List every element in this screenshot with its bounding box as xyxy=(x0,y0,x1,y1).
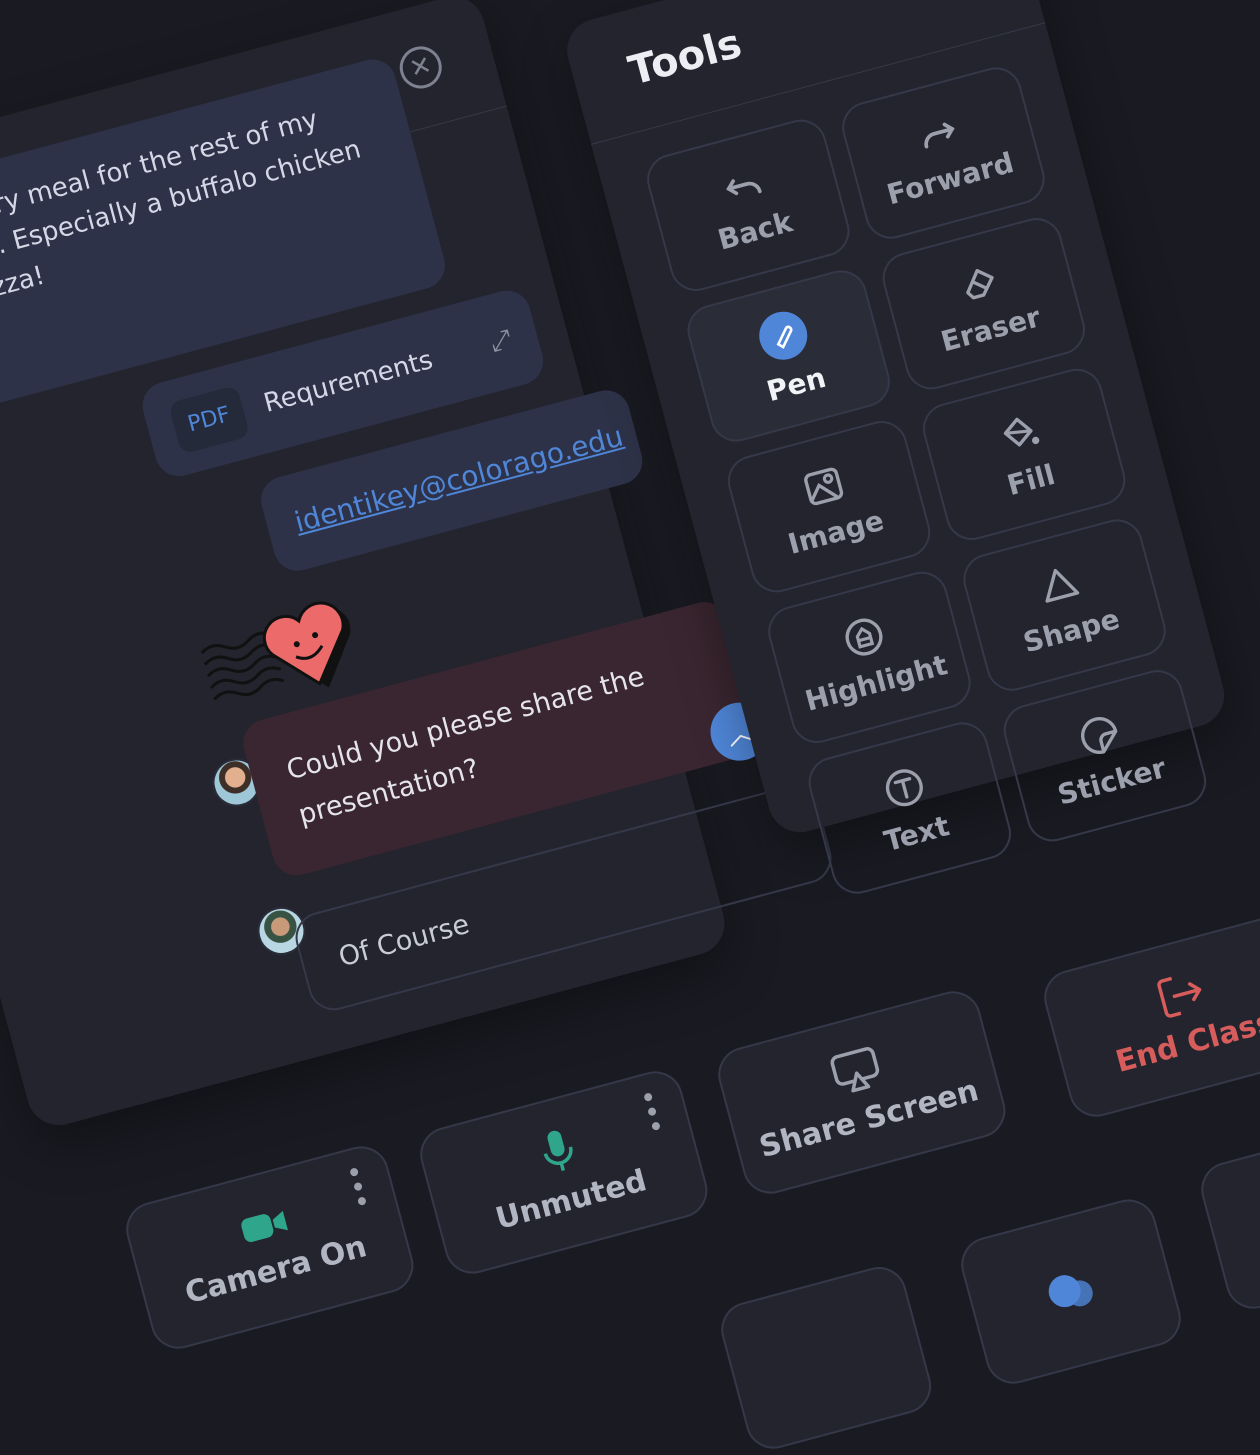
message-input[interactable] xyxy=(333,848,694,975)
eraser-icon xyxy=(966,268,994,299)
highlight-icon xyxy=(845,618,883,656)
tools-title: Tools xyxy=(623,20,747,95)
pdf-badge: PDF xyxy=(167,384,251,455)
camera-icon xyxy=(241,1210,288,1242)
classroom-scene: t ✕ every meal for the rest of my life. … xyxy=(0,0,1260,1455)
tool-label: Shape xyxy=(1019,601,1123,659)
shape-icon xyxy=(1045,568,1080,603)
tool-label: Back xyxy=(714,204,796,257)
tool-label: Forward xyxy=(883,145,1018,211)
chat-toggle-button[interactable] xyxy=(955,1193,1188,1390)
close-icon: ✕ xyxy=(406,50,436,85)
more-options-icon[interactable] xyxy=(349,1167,368,1206)
tool-label: Pen xyxy=(763,360,830,408)
mute-label: Unmuted xyxy=(491,1162,651,1237)
image-icon xyxy=(803,467,844,505)
close-chat-button[interactable]: ✕ xyxy=(395,41,447,94)
chat-bubbles-icon xyxy=(1048,1275,1093,1308)
control-button[interactable] xyxy=(1195,1120,1260,1315)
sticker-icon xyxy=(1080,716,1118,754)
redo-icon xyxy=(924,122,955,149)
text-icon xyxy=(885,768,923,806)
tool-back[interactable]: Back xyxy=(641,113,856,297)
tool-label: Highlight xyxy=(801,647,951,718)
tool-text[interactable]: Text xyxy=(802,716,1017,900)
tool-highlight[interactable]: Highlight xyxy=(762,565,977,749)
undo-icon xyxy=(726,178,762,195)
tool-label: Fill xyxy=(1003,457,1059,502)
microphone-icon xyxy=(543,1130,573,1171)
tool-forward[interactable]: Forward xyxy=(836,61,1051,245)
mute-button[interactable]: Unmuted xyxy=(414,1065,714,1280)
tool-label: Text xyxy=(880,808,953,858)
control-button[interactable] xyxy=(715,1260,938,1455)
tool-sticker[interactable]: Sticker xyxy=(997,664,1212,848)
attachment-name: Requrements xyxy=(260,344,437,419)
more-options-icon[interactable] xyxy=(643,1092,662,1131)
tool-image[interactable]: Image xyxy=(722,415,937,599)
end-class-button[interactable]: End Class xyxy=(1038,908,1260,1123)
tool-label: Sticker xyxy=(1054,750,1170,812)
pen-icon xyxy=(753,305,813,365)
camera-button[interactable]: Camera On xyxy=(120,1140,420,1355)
tool-label: Eraser xyxy=(937,299,1044,358)
tool-pen[interactable]: Pen xyxy=(681,264,896,448)
share-screen-button[interactable]: Share Screen xyxy=(712,985,1012,1200)
tool-fill[interactable]: Fill xyxy=(917,362,1132,546)
fill-icon xyxy=(1003,417,1040,446)
exit-icon xyxy=(1157,976,1202,1018)
tool-shape[interactable]: Shape xyxy=(957,513,1172,697)
email-link[interactable]: identikey@colorago.edu xyxy=(291,419,626,538)
tool-label: Image xyxy=(784,503,888,561)
tool-eraser[interactable]: Eraser xyxy=(876,212,1091,396)
share-screen-icon xyxy=(830,1046,880,1092)
